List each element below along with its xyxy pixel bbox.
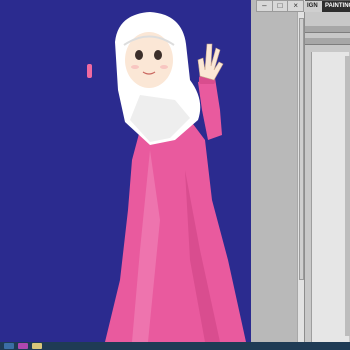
panel-content — [311, 52, 349, 342]
blush-right — [160, 65, 168, 69]
close-button[interactable]: × — [288, 1, 303, 11]
photoshop-icon[interactable] — [18, 343, 28, 349]
panel-scrollbar[interactable] — [345, 56, 350, 336]
panel-header[interactable] — [305, 38, 350, 45]
brush-marker — [87, 64, 92, 78]
taskbar — [0, 342, 350, 350]
canvas-pasteboard — [251, 0, 297, 342]
dress-sleeve — [198, 78, 222, 140]
right-eye — [154, 50, 162, 60]
panel-header[interactable] — [305, 26, 350, 33]
workspace-painting-tab[interactable]: PAINTING — [322, 1, 350, 12]
dress-body — [105, 120, 246, 342]
waving-hand — [197, 43, 224, 81]
minimize-button[interactable]: – — [257, 1, 273, 11]
left-eye — [135, 50, 143, 60]
workspace-design-tab[interactable]: IGN — [304, 1, 322, 12]
blush-left — [131, 65, 139, 69]
right-panel — [304, 12, 350, 342]
window-controls: – □ × — [256, 0, 304, 12]
document-canvas[interactable] — [0, 0, 251, 342]
folder-icon[interactable] — [32, 343, 42, 349]
illustration — [87, 12, 246, 342]
start-icon[interactable] — [4, 343, 14, 349]
restore-button[interactable]: □ — [273, 1, 289, 11]
